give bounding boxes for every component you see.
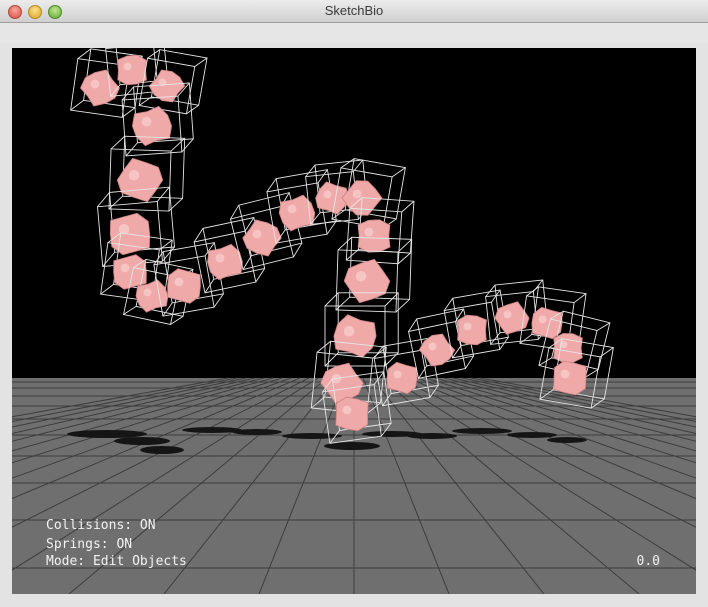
molecule-body: [457, 314, 487, 346]
molecule-body: [553, 360, 587, 396]
molecule-highlight: [287, 204, 297, 214]
molecule-highlight: [123, 62, 132, 71]
app-window: SketchBio Collisions: ON Springs: ON Mod…: [0, 0, 708, 607]
object-shadow: [547, 437, 587, 443]
molecule-body: [357, 219, 391, 253]
molecule-highlight: [323, 190, 332, 199]
molecule-highlight: [90, 79, 100, 89]
molecule-highlight: [342, 405, 352, 415]
object-shadow: [407, 433, 457, 439]
3d-viewport[interactable]: Collisions: ON Springs: ON Mode: Edit Ob…: [12, 48, 696, 594]
molecule-highlight: [343, 325, 355, 337]
molecule-highlight: [364, 227, 374, 237]
window-title: SketchBio: [324, 3, 384, 18]
mode-status: Mode: Edit Objects: [46, 554, 187, 569]
molecule-body: [333, 314, 377, 358]
object-shadow: [282, 433, 342, 439]
molecule-highlight: [120, 263, 130, 273]
molecule-highlight: [355, 270, 367, 282]
title-bar: SketchBio: [0, 0, 708, 23]
object-shadow: [114, 437, 170, 445]
molecule-body: [117, 54, 147, 86]
molecule-body: [386, 361, 418, 395]
springs-status: Springs: ON: [46, 537, 133, 552]
time-readout: 0.0: [636, 554, 660, 569]
molecule-object: [108, 135, 186, 212]
molecule-highlight: [252, 229, 262, 239]
window-bottom-edge: [0, 596, 708, 607]
object-shadow: [452, 428, 512, 434]
molecule-highlight: [215, 253, 225, 263]
molecule-body: [553, 333, 583, 363]
molecule-highlight: [393, 370, 402, 379]
molecule-highlight: [352, 189, 362, 199]
object-shadow: [232, 429, 282, 435]
molecule-highlight: [141, 116, 152, 127]
molecule-body: [167, 268, 201, 304]
object-shadow: [67, 430, 147, 438]
molecule-highlight: [503, 310, 512, 319]
molecule-highlight: [174, 277, 184, 287]
molecule-highlight: [560, 369, 570, 379]
collisions-status: Collisions: ON: [46, 518, 156, 533]
molecule-highlight: [128, 169, 140, 181]
molecule-highlight: [463, 322, 472, 331]
molecule-highlight: [143, 288, 152, 297]
molecule-highlight: [538, 315, 547, 324]
object-shadow: [507, 432, 557, 438]
molecule-highlight: [428, 342, 437, 351]
scene-canvas[interactable]: [12, 48, 696, 594]
molecule-body: [335, 396, 369, 432]
toolbar-area: [0, 23, 708, 43]
object-shadow: [140, 446, 184, 454]
molecule-body: [131, 105, 173, 147]
